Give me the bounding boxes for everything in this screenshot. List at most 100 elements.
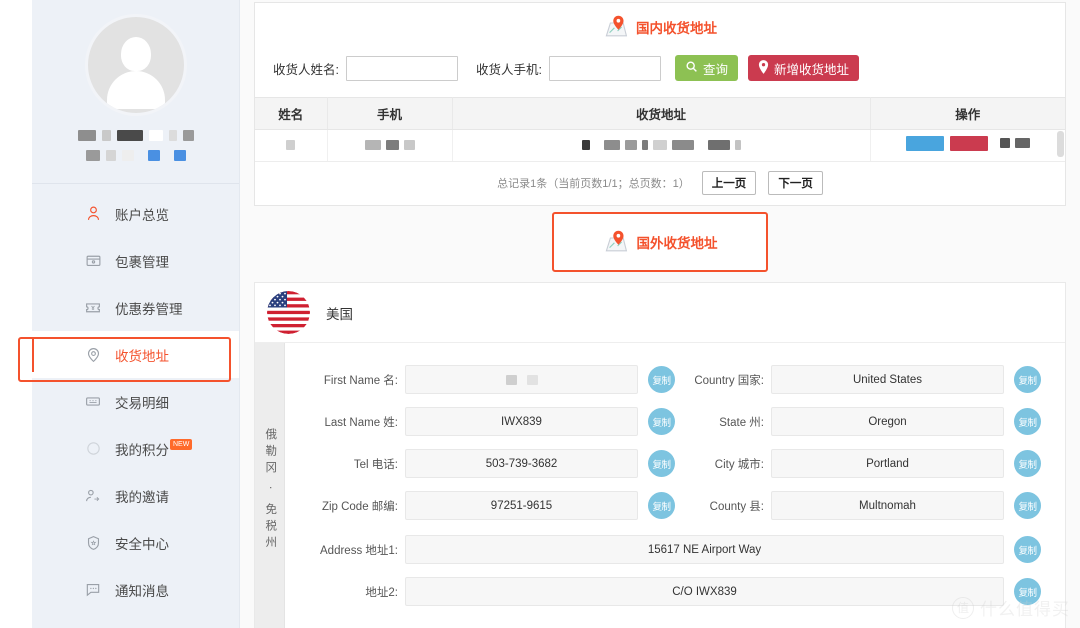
profile-meta-redacted [32,150,239,161]
shield-icon [84,534,102,552]
copy-button[interactable]: 复制 [648,492,675,519]
user-avatar-icon [120,37,151,71]
map-pin-small-icon [758,59,769,77]
next-page-button[interactable]: 下一页 [768,171,823,195]
field-label: County 县: [709,500,764,513]
column-header-address: 收货地址 [452,97,871,130]
sidebar-item-label: 包裹管理 [115,254,169,270]
form-column-left: First Name 名: 复制 Last Name 姓: IWX839 复制 … [309,365,675,533]
field-label: Last Name 姓: [324,416,399,429]
overseas-section-header: 国外收货地址 [240,212,1080,272]
form-column-right: Country 国家: United States 复制 State 州: Or… [675,365,1041,533]
field-label: 地址2: [365,586,398,599]
table-header-row: 姓名 手机 收货地址 操作 [255,97,1065,130]
map-pin-icon [603,230,629,254]
domestic-address-table: 姓名 手机 收货地址 操作 [255,97,1065,162]
location-pin-icon [84,346,102,364]
sidebar-item-points[interactable]: 我的积分 NEW [32,425,239,472]
copy-button[interactable]: 复制 [648,408,675,435]
add-address-button[interactable]: 新增收货地址 [747,55,859,81]
new-badge: NEW [170,439,193,450]
sidebar-item-transactions[interactable]: 交易明细 [32,378,239,425]
sidebar: 账户总览 包裹管理 优惠券管理 收货地址 交易明细 我的积分 NEW 我的邀请 … [0,0,240,628]
sidebar-nav: 账户总览 包裹管理 优惠券管理 收货地址 交易明细 我的积分 NEW 我的邀请 … [32,183,239,628]
copy-button[interactable]: 复制 [1014,578,1041,605]
message-icon [84,581,102,599]
sidebar-item-label: 收货地址 [115,348,169,364]
sidebar-item-security[interactable]: 安全中心 [32,519,239,566]
copy-button[interactable]: 复制 [1014,492,1041,519]
sidebar-item-label: 我的积分 [115,442,169,458]
sidebar-item-account-overview[interactable]: 账户总览 [32,190,239,237]
country-body-us: 俄勒冈 · 免税州 First Name 名: 复制 Last Name 姓: … [255,343,1065,628]
field-state: State 州: Oregon 复制 [675,407,1041,436]
copy-button[interactable]: 复制 [648,450,675,477]
transaction-icon [84,393,102,411]
domestic-address-panel: 国内收货地址 收货人姓名: 收货人手机: 查询 新增收货地址 姓名 手机 收货地… [254,2,1066,206]
cell-phone [327,129,453,162]
edit-button[interactable] [905,135,944,151]
delete-button[interactable] [949,135,988,151]
field-first-name: First Name 名: 复制 [309,365,675,394]
field-city: City 城市: Portland 复制 [675,449,1041,478]
pagination-summary: 总记录1条（当前页数1/1；总页数：1） [497,178,690,190]
copy-button[interactable]: 复制 [1014,536,1041,563]
account-overview-icon [84,205,102,223]
sidebar-item-notifications[interactable]: 通知消息 [32,566,239,613]
field-label: Tel 电话: [353,458,398,471]
profile-block [32,0,239,161]
domestic-filter-bar: 收货人姓名: 收货人手机: 查询 新增收货地址 [255,49,1065,97]
sidebar-item-claims[interactable]: 理赔/申诉 [32,613,239,628]
field-value: Multnomah [771,491,1004,520]
sidebar-item-label: 通知消息 [115,583,169,599]
receiver-name-input[interactable] [345,55,458,81]
copy-button[interactable]: 复制 [1014,450,1041,477]
profile-name-redacted [32,130,239,141]
receiver-phone-input[interactable] [548,55,661,81]
overseas-title-button[interactable]: 国外收货地址 [552,212,768,272]
copy-button[interactable]: 复制 [648,366,675,393]
field-last-name: Last Name 姓: IWX839 复制 [309,407,675,436]
field-value: Portland [771,449,1004,478]
field-address2: 地址2: C/O IWX839 复制 [309,577,1041,606]
copy-button[interactable]: 复制 [1014,408,1041,435]
search-icon [685,60,698,76]
sidebar-item-shipping-address[interactable]: 收货地址 [32,331,239,378]
query-button-label: 查询 [702,62,728,77]
sidebar-left-rail [0,0,32,628]
vertical-tab-us[interactable]: 俄勒冈 · 免税州 [255,343,285,628]
us-flag-icon [267,291,310,334]
coupon-icon [84,299,102,317]
table-row[interactable] [255,129,1065,162]
cell-operation[interactable] [870,129,1065,162]
copy-button[interactable]: 复制 [1014,366,1041,393]
vertical-tab-label: 俄勒冈 · 免税州 [264,427,277,553]
field-county: County 县: Multnomah 复制 [675,491,1041,520]
receiver-name-label: 收货人姓名: [273,62,339,77]
sidebar-item-invite[interactable]: 我的邀请 [32,472,239,519]
country-header-us: 美国 [255,283,1065,343]
field-value: United States [771,365,1004,394]
query-button[interactable]: 查询 [674,55,738,81]
field-country: Country 国家: United States 复制 [675,365,1041,394]
column-header-operation: 操作 [870,97,1065,130]
receiver-phone-label: 收货人手机: [475,62,542,77]
avatar[interactable] [84,14,187,116]
overseas-title-text: 国外收货地址 [636,236,718,251]
pagination: 总记录1条（当前页数1/1；总页数：1） 上一页 下一页 [255,162,1065,205]
package-icon [84,252,102,270]
table-row-scrollbar[interactable] [1057,131,1064,157]
map-pin-icon [603,15,629,39]
field-value: 503-739-3682 [405,449,638,478]
field-label: Country 国家: [694,374,764,387]
sidebar-item-label: 安全中心 [115,536,169,552]
sidebar-item-package[interactable]: 包裹管理 [32,237,239,284]
field-address1: Address 地址1: 15617 NE Airport Way 复制 [309,535,1041,564]
field-value: 15617 NE Airport Way [405,535,1004,564]
domestic-title-text: 国内收货地址 [636,21,717,36]
country-name-us: 美国 [326,306,353,322]
sidebar-item-coupon[interactable]: 优惠券管理 [32,284,239,331]
address-form-us: First Name 名: 复制 Last Name 姓: IWX839 复制 … [285,343,1065,628]
sidebar-item-label: 账户总览 [115,207,169,223]
prev-page-button[interactable]: 上一页 [701,171,757,195]
